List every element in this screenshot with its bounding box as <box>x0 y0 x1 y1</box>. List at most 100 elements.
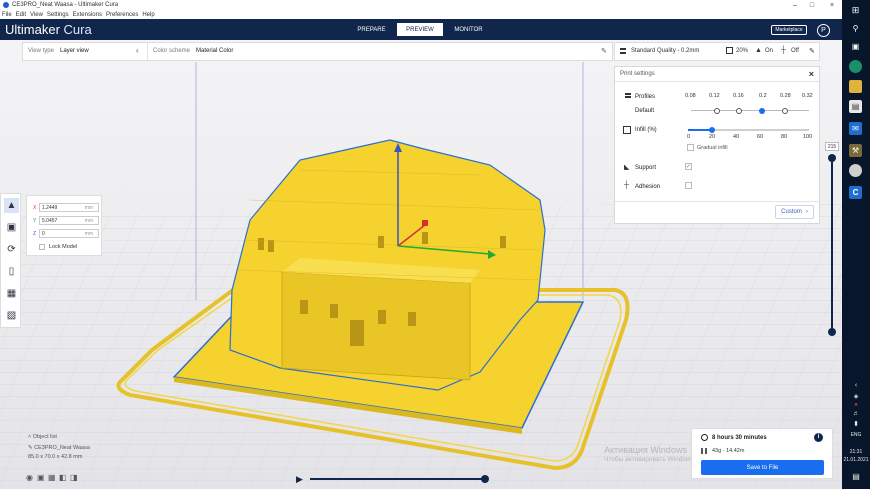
custom-settings-button[interactable]: Custom › <box>775 205 814 219</box>
menu-file[interactable]: File <box>2 12 12 18</box>
clock-icon <box>701 434 708 441</box>
layer-height-tick: 0.32 <box>802 93 813 99</box>
menu-help[interactable]: Help <box>142 12 154 18</box>
maximize-button[interactable]: □ <box>804 0 820 10</box>
scale-tool-icon[interactable]: ▣ <box>4 220 19 235</box>
infill-tick: 0 <box>687 134 691 140</box>
per-model-settings-icon[interactable]: ▦ <box>4 286 19 301</box>
tab-monitor[interactable]: MONITOR <box>446 23 491 36</box>
cura-taskbar-icon[interactable]: C <box>849 186 862 199</box>
play-icon[interactable]: ▶ <box>296 474 303 485</box>
layer-height-stop[interactable] <box>714 108 720 114</box>
quality-profile-value: Standard Quality - 0.2mm <box>631 48 700 54</box>
y-position-value: 5.0457 <box>42 218 58 224</box>
lock-model-checkbox[interactable] <box>39 244 45 250</box>
menu-preferences[interactable]: Preferences <box>106 12 138 18</box>
close-button[interactable]: × <box>824 0 840 10</box>
simulation-handle[interactable] <box>481 475 489 483</box>
print-time: 8 hours 30 minutes <box>712 435 767 441</box>
layer-height-tick: 0.08 <box>685 93 696 99</box>
layer-max-label[interactable]: 215 <box>825 142 839 151</box>
layer-height-stop[interactable] <box>782 108 788 114</box>
menu-edit[interactable]: Edit <box>16 12 26 18</box>
unit-label: mm <box>84 218 93 224</box>
object-name-row[interactable]: ✎ CE3PRO_Neat Waasa <box>28 445 90 451</box>
cura-window: CE3PRO_Neat Waasa - Ultimaker Cura – □ ×… <box>0 0 842 489</box>
color-scheme-select[interactable]: Material Color <box>196 48 233 54</box>
menu-view[interactable]: View <box>30 12 43 18</box>
layer-slider-top-handle[interactable] <box>828 154 836 162</box>
x-position-input[interactable]: 1.2449 mm <box>39 203 99 212</box>
mail-icon[interactable]: ✉ <box>849 122 862 135</box>
menu-settings[interactable]: Settings <box>47 12 69 18</box>
pencil-icon[interactable]: ✎ <box>601 47 607 55</box>
volume-icon[interactable]: ♬ <box>842 411 870 417</box>
layer-slider-bottom-handle[interactable] <box>828 328 836 336</box>
rotate-tool-icon[interactable]: ⟳ <box>4 242 19 257</box>
gizmo-x-handle[interactable] <box>422 220 428 226</box>
store-icon[interactable]: ▤ <box>849 100 862 113</box>
battery-icon[interactable]: ▮ <box>842 420 870 427</box>
adhesion-checkbox[interactable] <box>685 182 692 189</box>
profile-default-label: Default <box>635 108 655 114</box>
tools-app-icon[interactable]: ⚒ <box>849 144 862 157</box>
task-view-icon[interactable]: ▣ <box>849 40 862 53</box>
right-view-icon[interactable]: ◨ <box>70 473 81 482</box>
network-icon[interactable]: ◈ <box>842 393 870 400</box>
infill-slider[interactable] <box>688 127 809 133</box>
profile-button[interactable]: P <box>817 24 830 37</box>
windows-start-icon[interactable]: ⊞ <box>849 4 862 17</box>
infill-ticks: 0 20 40 60 80 100 <box>615 134 821 142</box>
support-blocker-icon[interactable]: ▧ <box>4 308 19 323</box>
move-tool-panel: X 1.2449 mm Y 5.0457 mm Z 0 mm Lock Model <box>26 195 102 256</box>
move-tool-icon[interactable]: ▲ <box>4 198 19 213</box>
minimize-button[interactable]: – <box>787 0 803 10</box>
object-list-toggle[interactable]: ˄ Object list <box>28 434 90 440</box>
pencil-icon[interactable]: ✎ <box>809 47 815 55</box>
search-icon[interactable]: ⚲ <box>849 22 862 35</box>
tray-app-icon[interactable]: ● <box>842 402 870 408</box>
notifications-icon[interactable]: ▤ <box>842 472 870 481</box>
3d-view-icon[interactable]: ◉ <box>26 473 37 482</box>
tray-chevron-icon[interactable]: ‹ <box>842 382 870 389</box>
view-type-label: View type <box>28 48 54 54</box>
close-icon[interactable]: × <box>809 69 814 79</box>
layer-height-slider[interactable] <box>691 108 809 114</box>
z-position-input[interactable]: 0 mm <box>39 229 99 238</box>
tab-preview[interactable]: PREVIEW <box>397 23 443 36</box>
save-to-file-button[interactable]: Save to File <box>701 460 824 475</box>
clock-time[interactable]: 21:31 <box>842 449 870 455</box>
menu-bar: File Edit View Settings Extensions Prefe… <box>0 10 842 19</box>
material-icon <box>701 448 707 454</box>
info-icon[interactable]: i <box>814 433 823 442</box>
infill-slider-handle[interactable] <box>709 127 715 133</box>
color-scheme-label: Color scheme <box>153 48 191 54</box>
layer-height-handle[interactable] <box>759 108 765 114</box>
quality-icon <box>620 48 626 54</box>
tab-prepare[interactable]: PREPARE <box>349 23 394 36</box>
marketplace-button[interactable]: Marketplace <box>771 25 807 35</box>
infill-icon <box>726 47 733 54</box>
clock-date[interactable]: 21.01.2021 <box>842 457 870 463</box>
top-view-icon[interactable]: ▦ <box>48 473 59 482</box>
print-setup-selector[interactable]: Standard Quality - 0.2mm 20% ▲ On ┼ Off … <box>614 42 820 61</box>
chevron-left-icon[interactable]: ‹ <box>136 46 139 55</box>
language-indicator[interactable]: ENG <box>842 432 870 438</box>
print-settings-panel: Print settings × Profiles Default 0.08 0… <box>614 66 820 224</box>
layer-height-stop[interactable] <box>736 108 742 114</box>
edge-browser-icon[interactable] <box>849 60 862 73</box>
object-list-title: Object list <box>32 434 57 440</box>
gradual-infill-checkbox[interactable] <box>687 144 694 151</box>
view-type-select[interactable]: Layer view <box>60 48 89 54</box>
y-position-input[interactable]: 5.0457 mm <box>39 216 99 225</box>
divider <box>615 201 819 202</box>
menu-extensions[interactable]: Extensions <box>73 12 102 18</box>
explorer-icon[interactable] <box>849 80 862 93</box>
left-view-icon[interactable]: ◧ <box>59 473 70 482</box>
support-checkbox[interactable]: ✓ <box>685 163 692 170</box>
unit-label: mm <box>84 231 93 237</box>
front-view-icon[interactable]: ▣ <box>37 473 48 482</box>
logo-product: Cura <box>63 22 92 37</box>
mirror-tool-icon[interactable]: ▯ <box>4 264 19 279</box>
app-icon-grey[interactable] <box>849 164 862 177</box>
